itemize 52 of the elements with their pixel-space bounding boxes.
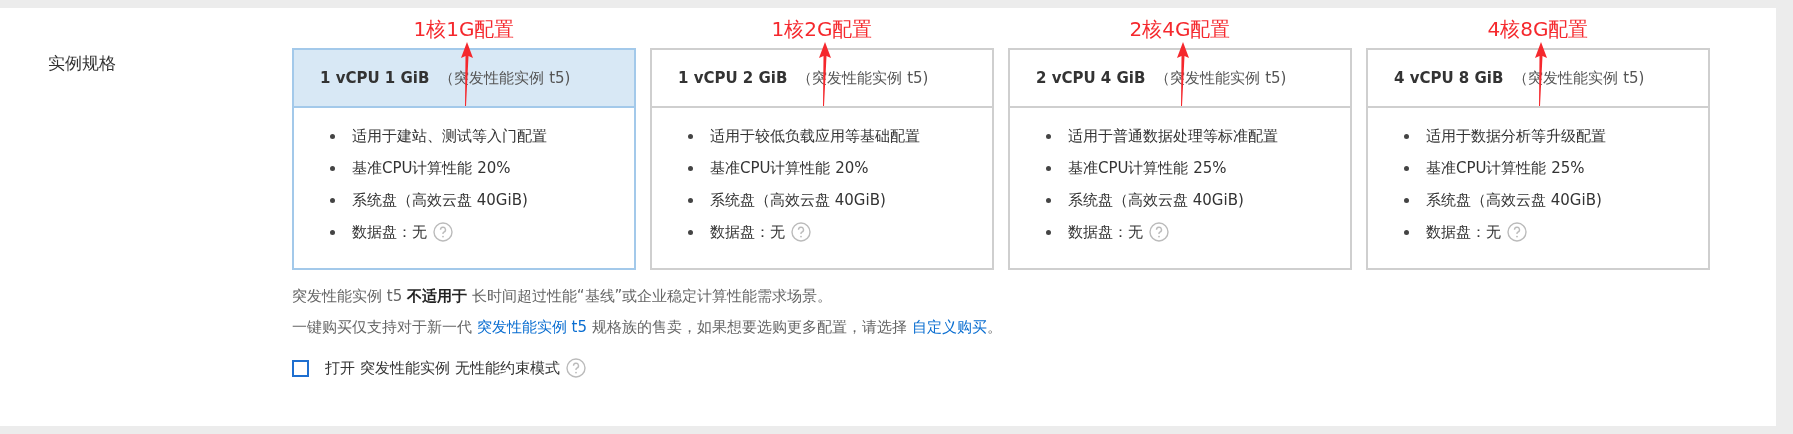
- feature-text: 系统盘（高效云盘 40GiB): [710, 190, 886, 210]
- bullet-icon: [1404, 165, 1409, 171]
- note-text: 一键购买仅支持对于新一代 突发性能实例 t5 规格族的售卖，如果想要选购更多配置，请选择 自定义购买。: [292, 317, 1003, 338]
- spec-title: 2 vCPU 4 GiB: [1036, 69, 1146, 87]
- spec-title: 4 vCPU 8 GiB: [1394, 69, 1504, 87]
- help-icon[interactable]: [565, 358, 586, 378]
- annotation-label: 1核1G配置: [413, 18, 515, 40]
- bullet-icon: [1046, 133, 1051, 139]
- annotation-label: 4核8G配置: [1487, 18, 1589, 40]
- spec-title: 1 vCPU 2 GiB: [678, 69, 788, 87]
- link[interactable]: 自定义购买: [911, 318, 987, 336]
- help-icon[interactable]: [1507, 222, 1527, 242]
- feature-text: 数据盘：无: [1068, 222, 1143, 242]
- bullet-icon: [1404, 133, 1409, 139]
- feature-text: 适用于较低负载应用等基础配置: [710, 126, 920, 146]
- field-label: 实例规格: [48, 53, 116, 73]
- feature-text: 适用于普通数据处理等标准配置: [1068, 126, 1278, 146]
- feature-text: 基准CPU计算性能 20%: [710, 158, 869, 178]
- checkbox[interactable]: [292, 359, 309, 377]
- bullet-icon: [1404, 197, 1409, 203]
- feature-text: 系统盘（高效云盘 40GiB): [1426, 190, 1602, 210]
- help-icon[interactable]: [791, 222, 811, 242]
- bullet-icon: [330, 133, 335, 139]
- bullet-icon: [688, 165, 693, 171]
- feature-text: 数据盘：无: [1426, 222, 1501, 242]
- feature-text: 系统盘（高效云盘 40GiB): [352, 190, 528, 210]
- bullet-icon: [688, 197, 693, 203]
- spec-title: 1 vCPU 1 GiB: [320, 69, 430, 87]
- feature-text: 适用于数据分析等升级配置: [1426, 126, 1606, 146]
- feature-text: 基准CPU计算性能 25%: [1426, 158, 1585, 178]
- feature-text: 数据盘：无: [710, 222, 785, 242]
- bullet-icon: [1046, 197, 1051, 203]
- bullet-icon: [1046, 229, 1051, 235]
- help-icon[interactable]: [1149, 222, 1169, 242]
- feature-text: 数据盘：无: [352, 222, 427, 242]
- feature-text: 基准CPU计算性能 25%: [1068, 158, 1227, 178]
- link[interactable]: 突发性能实例 t5: [476, 318, 587, 336]
- bullet-icon: [330, 165, 335, 171]
- bullet-icon: [1404, 229, 1409, 235]
- bullet-icon: [330, 197, 335, 203]
- annotation-label: 1核2G配置: [771, 18, 873, 40]
- feature-text: 适用于建站、测试等入门配置: [352, 126, 547, 146]
- help-icon[interactable]: [433, 222, 453, 242]
- bullet-icon: [1046, 165, 1051, 171]
- bullet-icon: [330, 229, 335, 235]
- note-text: 突发性能实例 t5 不适用于 长时间超过性能“基线”或企业稳定计算性能需求场景。: [292, 286, 834, 307]
- feature-text: 基准CPU计算性能 20%: [352, 158, 511, 178]
- annotation-label: 2核4G配置: [1129, 18, 1231, 40]
- bullet-icon: [688, 229, 693, 235]
- feature-text: 系统盘（高效云盘 40GiB): [1068, 190, 1244, 210]
- checkbox-label: 打开 突发性能实例 无性能约束模式: [325, 358, 560, 378]
- bullet-icon: [688, 133, 693, 139]
